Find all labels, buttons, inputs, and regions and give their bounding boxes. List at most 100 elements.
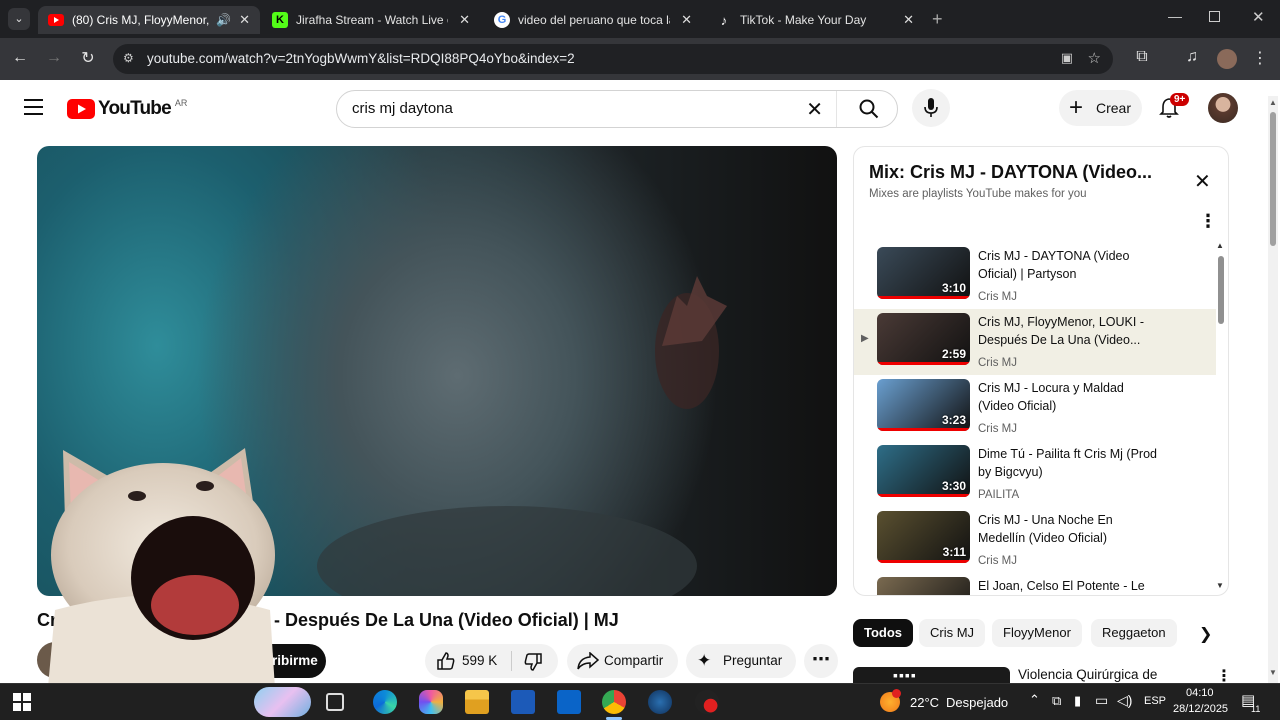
- forward-arrow-icon[interactable]: →: [42, 49, 66, 67]
- close-tab-icon[interactable]: ✕: [451, 12, 470, 28]
- playlist-item-thumbnail[interactable]: [877, 577, 970, 595]
- playlist-item-thumbnail[interactable]: 3:10: [877, 247, 970, 299]
- minimize-window-icon[interactable]: —: [1168, 8, 1182, 24]
- youtube-logo[interactable]: YouTube AR: [67, 98, 187, 120]
- close-tab-icon[interactable]: ✕: [673, 12, 692, 28]
- close-tab-icon[interactable]: ✕: [231, 12, 250, 28]
- more-actions-button[interactable]: ⋯: [804, 644, 838, 678]
- weather-text[interactable]: Despejado: [946, 695, 1008, 710]
- playlist-item-title[interactable]: Dime Tú - Pailita ft Cris Mj (Prod by Bi…: [978, 445, 1158, 481]
- tab-search-button[interactable]: ⌄: [8, 8, 30, 30]
- playlist-item-channel[interactable]: Cris MJ: [978, 423, 1017, 435]
- search-input[interactable]: cris mj daytona: [352, 100, 453, 117]
- clear-search-icon[interactable]: ✕: [806, 97, 823, 122]
- playlist-menu-icon[interactable]: ⋮: [1199, 211, 1217, 232]
- playlist-item-thumbnail[interactable]: 3:11: [877, 511, 970, 563]
- filter-chip[interactable]: Reggaeton: [1091, 619, 1177, 647]
- playlist-item-channel[interactable]: Cris MJ: [978, 555, 1017, 567]
- task-view-icon[interactable]: [326, 693, 344, 711]
- tray-app-icon[interactable]: ⧉: [1052, 693, 1061, 709]
- playlist-item[interactable]: 3:10 Cris MJ - DAYTONA (Video Oficial) | …: [854, 243, 1216, 309]
- back-arrow-icon[interactable]: ←: [8, 49, 32, 67]
- playlist-item-channel[interactable]: Cris MJ: [978, 291, 1017, 303]
- bookmark-star-icon[interactable]: ☆: [1088, 49, 1101, 67]
- scrollbar-thumb[interactable]: [1270, 112, 1276, 246]
- scroll-down-arrow-icon[interactable]: ▼: [1216, 581, 1224, 590]
- account-avatar[interactable]: [1208, 93, 1238, 123]
- close-tab-icon[interactable]: ✕: [895, 12, 914, 28]
- language-indicator[interactable]: ESP: [1144, 695, 1166, 707]
- tab-google[interactable]: G video del peruano que toca la c ✕: [484, 6, 702, 34]
- new-tab-icon[interactable]: +: [932, 9, 943, 30]
- url-text[interactable]: youtube.com/watch?v=2tnYogbWwmY&list=RDQ…: [147, 51, 575, 66]
- steam-icon[interactable]: [648, 690, 672, 714]
- clock-date[interactable]: 28/12/2025: [1173, 703, 1228, 715]
- notifications-button[interactable]: 9+: [1158, 93, 1190, 124]
- clock-time[interactable]: 04:10: [1186, 687, 1214, 699]
- copilot-icon[interactable]: [419, 690, 443, 714]
- playlist-item-thumbnail[interactable]: 3:30: [877, 445, 970, 497]
- playlist-item-thumbnail[interactable]: 2:59: [877, 313, 970, 365]
- volume-icon[interactable]: ◁): [1117, 692, 1132, 709]
- like-button[interactable]: 599 K: [425, 644, 510, 678]
- scroll-up-arrow-icon[interactable]: ▲: [1216, 241, 1224, 250]
- playlist-item-thumbnail[interactable]: 3:23: [877, 379, 970, 431]
- playlist-item-title[interactable]: Cris MJ - Una Noche En Medellín (Video O…: [978, 511, 1158, 547]
- reload-icon[interactable]: ↻: [76, 48, 100, 68]
- media-controls-icon[interactable]: ♫: [1180, 48, 1204, 66]
- playlist-item-title[interactable]: El Joan, Celso El Potente - Le: [978, 577, 1158, 595]
- recommended-title[interactable]: Violencia Quirúrgica de: [1018, 667, 1157, 682]
- playlist-item[interactable]: 3:30 Dime Tú - Pailita ft Cris Mj (Prod b…: [854, 441, 1216, 507]
- tab-kick[interactable]: K Jirafha Stream - Watch Live on ✕: [262, 6, 480, 34]
- close-window-icon[interactable]: ✕: [1252, 8, 1265, 26]
- create-button[interactable]: + Crear: [1059, 90, 1142, 126]
- playlist-item[interactable]: El Joan, Celso El Potente - Le: [854, 573, 1216, 595]
- windows-start-icon[interactable]: [13, 693, 31, 711]
- playlist-item-title[interactable]: Cris MJ, FloyyMenor, LOUKI - Después De …: [978, 313, 1158, 349]
- playlist-item[interactable]: 3:23 Cris MJ - Locura y Maldad (Video Ofi…: [854, 375, 1216, 441]
- dislike-button[interactable]: [512, 644, 558, 678]
- page-scrollbar[interactable]: ▲ ▼: [1268, 96, 1278, 683]
- maximize-window-icon[interactable]: [1209, 11, 1220, 22]
- scroll-down-arrow-icon[interactable]: ▼: [1269, 668, 1277, 677]
- playlist-item-title[interactable]: Cris MJ - Locura y Maldad (Video Oficial…: [978, 379, 1158, 415]
- playlist-scrollbar[interactable]: [1218, 256, 1224, 324]
- chrome-icon[interactable]: [602, 690, 626, 714]
- network-icon[interactable]: ▭: [1095, 692, 1108, 709]
- extensions-icon[interactable]: ⧉: [1130, 48, 1154, 66]
- hamburger-menu-icon[interactable]: [24, 99, 43, 115]
- app-red-dot-icon[interactable]: [695, 690, 719, 714]
- recommended-thumbnail[interactable]: ▪▪▪▪: [853, 667, 1010, 683]
- filter-chip[interactable]: Cris MJ: [919, 619, 986, 647]
- microsoft-store-icon[interactable]: [511, 690, 535, 714]
- playlist-item[interactable]: 3:11 Cris MJ - Una Noche En Medellín (Vid…: [854, 507, 1216, 573]
- playlist-item-channel[interactable]: Cris MJ: [978, 357, 1017, 369]
- share-button[interactable]: Compartir: [567, 644, 678, 678]
- ask-button[interactable]: ✦ Preguntar: [686, 644, 796, 678]
- more-menu-icon[interactable]: ⋮: [1248, 48, 1272, 68]
- tray-overflow-icon[interactable]: ⌃: [1029, 692, 1040, 708]
- file-explorer-icon[interactable]: [465, 690, 489, 714]
- chips-next-arrow-icon[interactable]: ❯: [1199, 624, 1212, 644]
- site-info-icon[interactable]: ⚙: [123, 51, 134, 65]
- profile-avatar[interactable]: [1217, 49, 1237, 69]
- outlook-icon[interactable]: [557, 690, 581, 714]
- audio-playing-icon[interactable]: 🔊: [216, 13, 231, 27]
- address-bar[interactable]: ⚙ youtube.com/watch?v=2tnYogbWwmY&list=R…: [113, 44, 1113, 74]
- playlist-item-title[interactable]: Cris MJ - DAYTONA (Video Oficial) | Part…: [978, 247, 1158, 283]
- search-icon[interactable]: [859, 99, 879, 124]
- install-app-icon[interactable]: ▣: [1061, 50, 1073, 66]
- filter-chip[interactable]: Todos: [853, 619, 914, 647]
- search-highlight-image[interactable]: [254, 687, 311, 717]
- filter-chip[interactable]: FloyyMenor: [992, 619, 1082, 647]
- voice-search-button[interactable]: [912, 89, 950, 127]
- weather-temp[interactable]: 22°C: [910, 695, 939, 710]
- playlist-item[interactable]: ▶ 2:59 Cris MJ, FloyyMenor, LOUKI - Despué…: [854, 309, 1216, 375]
- microphone-tray-icon[interactable]: ▮: [1074, 693, 1081, 709]
- edge-browser-icon[interactable]: [373, 690, 397, 714]
- tab-tiktok[interactable]: ♪ TikTok - Make Your Day ✕: [706, 6, 924, 34]
- close-playlist-icon[interactable]: ✕: [1194, 169, 1211, 194]
- scroll-up-arrow-icon[interactable]: ▲: [1269, 98, 1277, 107]
- playlist-item-channel[interactable]: PAILITA: [978, 489, 1019, 501]
- tab-youtube[interactable]: (80) Cris MJ, FloyyMenor, LO 🔊 ✕: [38, 6, 260, 34]
